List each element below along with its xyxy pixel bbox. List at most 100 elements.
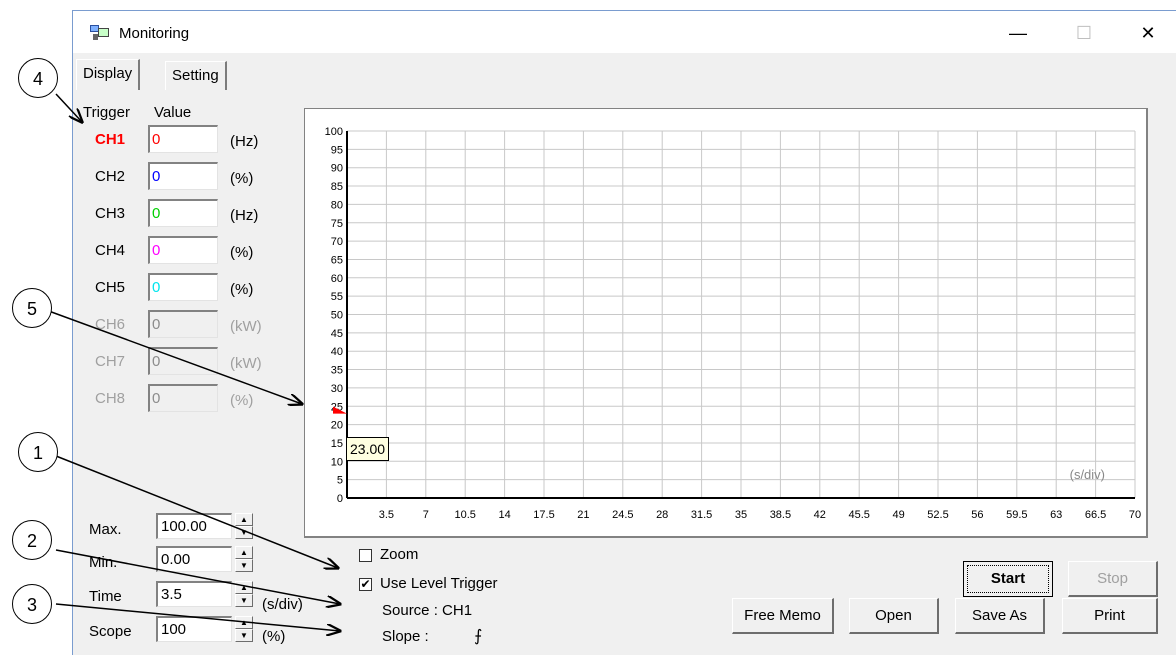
monitoring-chart: 1009590858075706560555045403530252015105…	[325, 126, 1141, 521]
use-level-trigger-label[interactable]: Use Level Trigger	[380, 575, 498, 592]
x-tick-label: 10.5	[454, 509, 475, 521]
channel-unit-ch4: (%)	[230, 244, 254, 261]
stop-button[interactable]: Stop	[1068, 561, 1158, 597]
monitor-app-icon	[90, 25, 109, 40]
max-spinner[interactable]: ▲ ▼	[235, 513, 253, 539]
channel-label-ch8[interactable]: CH8	[95, 390, 125, 407]
time-unit: (s/div)	[262, 596, 303, 613]
slope-label: Slope :	[382, 628, 429, 645]
channel-label-ch3[interactable]: CH3	[95, 205, 125, 222]
y-tick-label: 15	[331, 438, 343, 450]
callout-5: 5	[12, 288, 52, 328]
y-tick-label: 10	[331, 456, 343, 468]
start-button[interactable]: Start	[963, 561, 1053, 597]
y-tick-label: 85	[331, 181, 343, 193]
channel-value-ch1: 0	[148, 125, 218, 153]
scope-spinner[interactable]: ▲ ▼	[235, 616, 253, 642]
x-tick-label: 17.5	[533, 509, 554, 521]
channel-label-ch7[interactable]: CH7	[95, 353, 125, 370]
channel-unit-ch6: (kW)	[230, 318, 262, 335]
zoom-label[interactable]: Zoom	[380, 546, 418, 563]
y-tick-label: 80	[331, 199, 343, 211]
y-tick-label: 5	[337, 475, 343, 487]
spin-down-icon[interactable]: ▼	[235, 526, 253, 539]
use-level-trigger-checkbox[interactable]: ✔	[359, 578, 372, 591]
time-input[interactable]: 3.5	[156, 581, 232, 607]
x-tick-label: 28	[656, 509, 668, 521]
channel-label-ch4[interactable]: CH4	[95, 242, 125, 259]
y-tick-label: 50	[331, 310, 343, 322]
channel-value-ch6: 0	[148, 310, 218, 338]
print-button[interactable]: Print	[1062, 598, 1158, 634]
x-tick-label: 52.5	[927, 509, 948, 521]
channel-label-ch6[interactable]: CH6	[95, 316, 125, 333]
channel-unit-ch2: (%)	[230, 170, 254, 187]
channel-label-ch5[interactable]: CH5	[95, 279, 125, 296]
spin-up-icon[interactable]: ▲	[235, 513, 253, 526]
channel-label-ch1[interactable]: CH1	[95, 131, 125, 148]
max-label: Max.	[89, 521, 122, 538]
spin-up-icon[interactable]: ▲	[235, 581, 253, 594]
min-input[interactable]: 0.00	[156, 546, 232, 572]
x-tick-label: 42	[814, 509, 826, 521]
x-tick-label: 3.5	[379, 509, 394, 521]
x-tick-label: 56	[971, 509, 983, 521]
y-tick-label: 65	[331, 254, 343, 266]
channel-value-ch4: 0	[148, 236, 218, 264]
min-spinner[interactable]: ▲ ▼	[235, 546, 253, 572]
y-tick-label: 70	[331, 236, 343, 248]
trigger-header: Trigger	[83, 104, 130, 121]
save-as-button[interactable]: Save As	[955, 598, 1045, 634]
x-tick-label: 31.5	[691, 509, 712, 521]
y-tick-label: 55	[331, 291, 343, 303]
x-tick-label: 59.5	[1006, 509, 1027, 521]
maximize-button[interactable]: ☐	[1061, 17, 1107, 49]
x-tick-label: 45.5	[848, 509, 869, 521]
y-tick-label: 20	[331, 420, 343, 432]
rising-slope-icon[interactable]: ⨍	[474, 626, 482, 646]
check-icon: ✔	[360, 577, 371, 591]
close-button[interactable]: ✕	[1125, 17, 1171, 49]
channel-label-ch2[interactable]: CH2	[95, 168, 125, 185]
min-label: Min.	[89, 554, 118, 571]
spin-up-icon[interactable]: ▲	[235, 616, 253, 629]
title-bar: Monitoring — ☐ ✕	[73, 11, 1176, 53]
x-tick-label: 21	[577, 509, 589, 521]
channel-unit-ch3: (Hz)	[230, 207, 259, 224]
x-tick-label: 35	[735, 509, 747, 521]
y-tick-label: 30	[331, 383, 343, 395]
spin-down-icon[interactable]: ▼	[235, 629, 253, 642]
value-header: Value	[154, 104, 192, 121]
callout-1: 1	[18, 432, 58, 472]
y-tick-label: 35	[331, 365, 343, 377]
tab-display[interactable]: Display	[76, 59, 141, 90]
callout-3: 3	[12, 584, 52, 624]
window-title: Monitoring	[119, 25, 190, 42]
x-tick-label: 14	[498, 509, 510, 521]
free-memo-button[interactable]: Free Memo	[732, 598, 834, 634]
spin-down-icon[interactable]: ▼	[235, 594, 253, 607]
scope-input[interactable]: 100	[156, 616, 232, 642]
channel-unit-ch8: (%)	[230, 392, 254, 409]
x-tick-label: 70	[1129, 509, 1141, 521]
channel-unit-ch7: (kW)	[230, 355, 262, 372]
callout-2: 2	[12, 520, 52, 560]
open-button[interactable]: Open	[849, 598, 939, 634]
minimize-button[interactable]: —	[995, 17, 1041, 49]
tab-setting[interactable]: Setting	[165, 61, 227, 90]
max-input[interactable]: 100.00	[156, 513, 232, 539]
time-spinner[interactable]: ▲ ▼	[235, 581, 253, 607]
monitoring-window: Monitoring — ☐ ✕ Display Setting Trigger…	[72, 10, 1176, 655]
y-tick-label: 60	[331, 273, 343, 285]
channel-value-ch7: 0	[148, 347, 218, 375]
trigger-level-tooltip: 23.00	[346, 437, 390, 461]
x-tick-label: 49	[892, 509, 904, 521]
zoom-checkbox[interactable]	[359, 549, 372, 562]
x-tick-label: 63	[1050, 509, 1062, 521]
spin-down-icon[interactable]: ▼	[235, 559, 253, 572]
y-tick-label: 40	[331, 346, 343, 358]
y-tick-label: 45	[331, 328, 343, 340]
x-tick-label: 24.5	[612, 509, 633, 521]
spin-up-icon[interactable]: ▲	[235, 546, 253, 559]
scope-label: Scope	[89, 623, 132, 640]
